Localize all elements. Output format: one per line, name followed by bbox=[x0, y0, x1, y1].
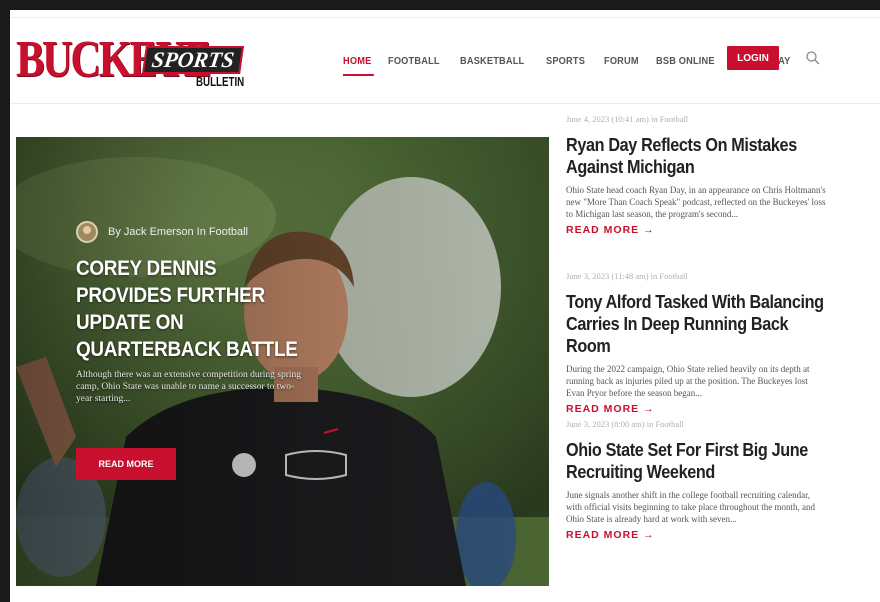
read-more-link[interactable]: READ MORE → bbox=[566, 403, 655, 415]
logo-subtitle: BULLETIN bbox=[196, 74, 245, 89]
nav-item-basketball[interactable]: BASKETBALL bbox=[460, 55, 524, 67]
post-item: June 4, 2023 (10:41 am) in Football Ryan… bbox=[566, 114, 831, 238]
nav-item-bsb-online[interactable]: BSB ONLINE bbox=[656, 55, 715, 67]
featured-read-more-button[interactable]: READ MORE bbox=[76, 448, 176, 480]
nav-item-home[interactable]: HOME bbox=[343, 55, 375, 76]
top-strip bbox=[10, 10, 880, 18]
article-byline: By Jack Emerson In Football bbox=[76, 221, 248, 243]
post-excerpt: June signals another shift in the colleg… bbox=[566, 490, 816, 524]
read-more-link[interactable]: READ MORE → bbox=[566, 224, 655, 236]
nav-item-football[interactable]: FOOTBALL bbox=[388, 55, 440, 67]
site-logo[interactable]: BUCKEYE SPORTS BULLETIN bbox=[16, 32, 246, 96]
read-more-link[interactable]: READ MORE → bbox=[566, 529, 655, 541]
featured-title[interactable]: COREY DENNIS PROVIDES FURTHER UPDATE ON … bbox=[76, 255, 310, 363]
post-date: June 3, 2023 (8:00 am) in Football bbox=[566, 419, 684, 429]
post-item: June 3, 2023 (8:00 am) in Football Ohio … bbox=[566, 419, 831, 543]
logo-script: SPORTS bbox=[142, 46, 244, 74]
nav-item-sports[interactable]: SPORTS bbox=[546, 55, 585, 67]
nav-item-forum[interactable]: FORUM bbox=[604, 55, 639, 67]
post-date: June 4, 2023 (10:41 am) in Football bbox=[566, 114, 689, 124]
post-date: June 3, 2023 (11:48 am) in Football bbox=[566, 271, 688, 281]
post-item: June 3, 2023 (11:48 am) in Football Tony… bbox=[566, 271, 831, 417]
post-title[interactable]: Ryan Day Reflects On Mistakes Against Mi… bbox=[566, 134, 827, 178]
author-avatar bbox=[76, 221, 98, 243]
byline-text: By Jack Emerson In Football bbox=[108, 226, 249, 238]
featured-excerpt: Although there was an extensive competit… bbox=[76, 370, 302, 404]
site-header: BUCKEYE SPORTS BULLETIN HOME FOOTBALL BA… bbox=[10, 18, 880, 104]
search-icon[interactable] bbox=[805, 50, 821, 66]
featured-article[interactable]: By Jack Emerson In Football COREY DENNIS… bbox=[16, 137, 549, 586]
login-button[interactable]: LOGIN bbox=[727, 46, 779, 70]
browser-viewport: BUCKEYE SPORTS BULLETIN HOME FOOTBALL BA… bbox=[10, 10, 880, 602]
post-title[interactable]: Tony Alford Tasked With Balancing Carrie… bbox=[566, 291, 827, 357]
post-title[interactable]: Ohio State Set For First Big June Recrui… bbox=[566, 439, 827, 483]
post-excerpt: During the 2022 campaign, Ohio State rel… bbox=[566, 364, 810, 398]
post-excerpt: Ohio State head coach Ryan Day, in an ap… bbox=[566, 185, 826, 219]
